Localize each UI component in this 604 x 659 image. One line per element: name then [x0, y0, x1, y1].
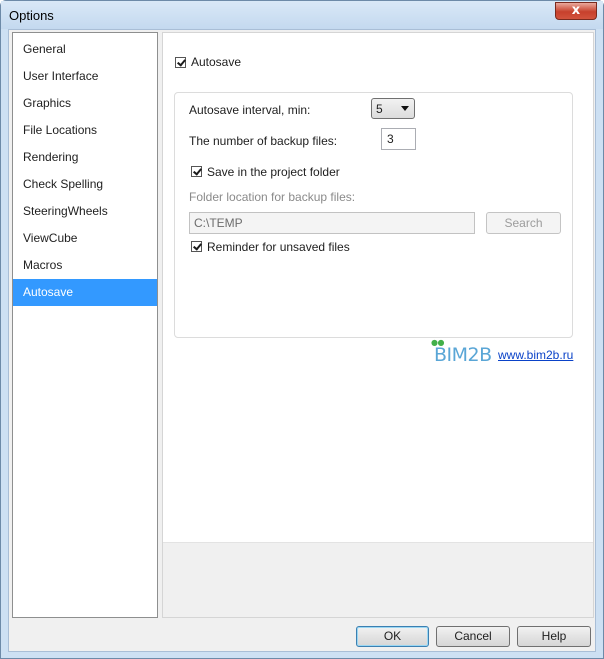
window-title: Options	[9, 8, 54, 23]
ok-button[interactable]: OK	[356, 626, 429, 647]
save-in-project-label: Save in the project folder	[207, 165, 340, 179]
logo-text: BIM2B	[434, 344, 492, 366]
chevron-down-icon	[401, 106, 409, 111]
reminder-label: Reminder for unsaved files	[207, 240, 350, 254]
backup-count-label: The number of backup files:	[189, 134, 338, 148]
reminder-checkbox[interactable]	[191, 241, 202, 252]
sidebar-item-general[interactable]: General	[13, 36, 157, 63]
sidebar-item-steeringwheels[interactable]: SteeringWheels	[13, 198, 157, 225]
cancel-button[interactable]: Cancel	[436, 626, 510, 647]
backup-folder-path-field[interactable]: C:\TEMP	[189, 212, 475, 234]
sidebar-item-viewcube[interactable]: ViewCube	[13, 225, 157, 252]
panel-footer-area	[163, 542, 593, 617]
help-button[interactable]: Help	[517, 626, 591, 647]
sidebar-item-user-interface[interactable]: User Interface	[13, 63, 157, 90]
sidebar-item-rendering[interactable]: Rendering	[13, 144, 157, 171]
options-category-list: General User Interface Graphics File Loc…	[12, 32, 158, 618]
interval-label: Autosave interval, min:	[189, 103, 311, 117]
autosave-checkbox[interactable]	[175, 57, 186, 68]
sidebar-item-macros[interactable]: Macros	[13, 252, 157, 279]
options-dialog: Options x General User Interface Graphic…	[0, 0, 604, 659]
sidebar-item-autosave[interactable]: Autosave	[13, 279, 157, 306]
search-button[interactable]: Search	[486, 212, 561, 234]
autosave-settings-panel: Autosave Autosave interval, min: 5 The n…	[162, 32, 594, 618]
sidebar-item-file-locations[interactable]: File Locations	[13, 117, 157, 144]
close-icon: x	[571, 3, 581, 18]
save-in-project-checkbox[interactable]	[191, 166, 202, 177]
dialog-client-area: General User Interface Graphics File Loc…	[8, 29, 596, 652]
folder-location-label: Folder location for backup files:	[189, 190, 356, 204]
backup-count-input[interactable]: 3	[381, 128, 416, 150]
interval-dropdown[interactable]: 5	[371, 98, 415, 119]
logo-dots-icon: ●●	[431, 338, 444, 347]
close-button[interactable]: x	[555, 2, 597, 20]
autosave-checkbox-label: Autosave	[191, 55, 242, 69]
sidebar-item-check-spelling[interactable]: Check Spelling	[13, 171, 157, 198]
sidebar-item-graphics[interactable]: Graphics	[13, 90, 157, 117]
bim2b-logo: ●● BIM2B	[431, 338, 492, 366]
website-link[interactable]: www.bim2b.ru	[498, 348, 573, 362]
title-bar[interactable]: Options x	[1, 1, 603, 29]
interval-value: 5	[376, 102, 383, 116]
